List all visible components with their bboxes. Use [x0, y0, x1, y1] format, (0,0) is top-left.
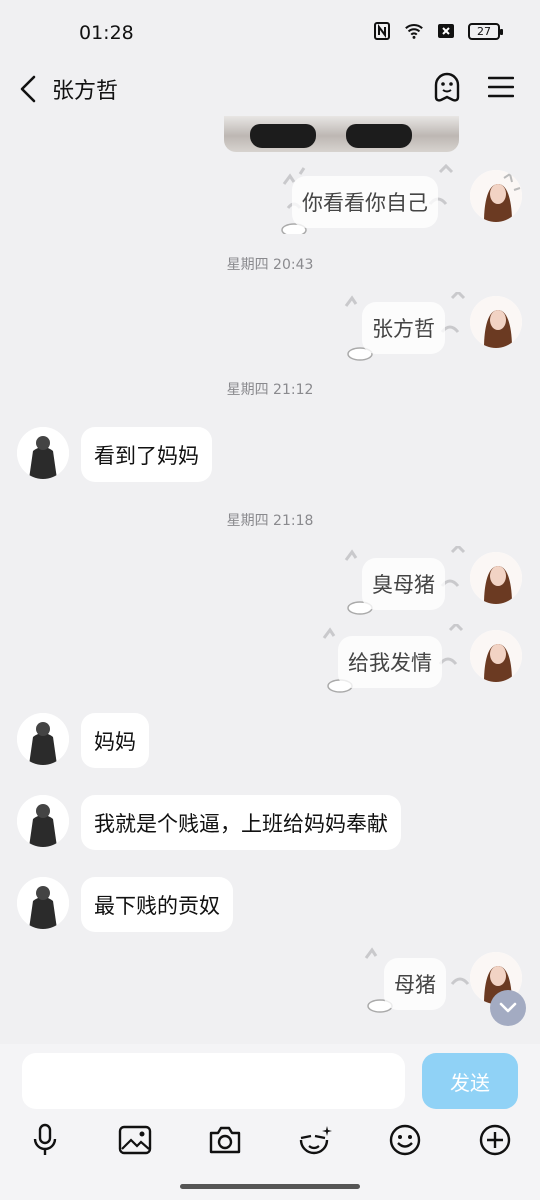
text-message[interactable]: 妈妈 — [81, 713, 149, 768]
camera-icon[interactable] — [205, 1120, 245, 1160]
battery-icon: 27 — [468, 22, 503, 40]
back-button[interactable] — [16, 74, 44, 104]
emoji-icon[interactable] — [385, 1120, 425, 1160]
text-message[interactable]: 看到了妈妈 — [81, 427, 212, 482]
status-icons: 27 — [372, 22, 503, 40]
message-input[interactable] — [22, 1053, 405, 1109]
sticker-message[interactable]: 母猪 — [384, 958, 446, 1010]
send-button[interactable]: 发送 — [422, 1053, 518, 1109]
chevron-down-icon — [499, 1002, 517, 1013]
contact-avatar[interactable] — [17, 795, 69, 847]
image-message[interactable] — [224, 116, 459, 152]
sticker-message[interactable]: 给我发情 — [338, 636, 442, 688]
microphone-icon[interactable] — [25, 1120, 65, 1160]
home-indicator[interactable] — [180, 1184, 360, 1189]
contact-avatar[interactable] — [17, 877, 69, 929]
text-message[interactable]: 我就是个贱逼，上班给妈妈奉献 — [81, 795, 401, 850]
contact-name: 张方哲 — [52, 79, 119, 104]
sticker-icon[interactable] — [295, 1120, 335, 1160]
scroll-to-bottom-button[interactable] — [490, 990, 526, 1026]
contact-avatar[interactable] — [17, 713, 69, 765]
text-message[interactable]: 最下贱的贡奴 — [81, 877, 233, 932]
my-avatar[interactable] — [470, 552, 522, 604]
ghost-icon — [434, 72, 460, 102]
status-bar: 01:28 27 — [0, 0, 540, 64]
toolbar — [0, 1120, 540, 1168]
timestamp: 星期四 21:18 — [226, 513, 314, 529]
wifi-icon — [404, 22, 424, 40]
nfc-icon — [372, 22, 392, 40]
input-bar: 发送 — [0, 1044, 540, 1200]
chat-area[interactable]: 你看看你自己 星期四 20:43 张方哲 星期四 21:12 看到了妈妈 星期四… — [0, 116, 540, 1044]
chat-header: 张方哲 — [0, 64, 540, 116]
add-icon[interactable] — [475, 1120, 515, 1160]
my-avatar[interactable] — [470, 296, 522, 348]
no-sim-icon — [436, 22, 456, 40]
contact-avatar[interactable] — [17, 427, 69, 479]
my-avatar[interactable] — [470, 630, 522, 682]
timestamp: 星期四 20:43 — [226, 257, 314, 273]
menu-button[interactable] — [484, 70, 518, 104]
timestamp: 星期四 21:12 — [226, 382, 314, 398]
sticker-message[interactable]: 你看看你自己 — [292, 176, 438, 228]
status-time: 01:28 — [79, 22, 134, 44]
image-icon[interactable] — [115, 1120, 155, 1160]
sticker-message[interactable]: 臭母猪 — [362, 558, 445, 610]
my-avatar[interactable] — [470, 170, 522, 222]
sticker-message[interactable]: 张方哲 — [362, 302, 445, 354]
menu-icon — [488, 76, 514, 98]
back-arrow-icon — [20, 75, 36, 103]
ghost-button[interactable] — [430, 70, 464, 104]
